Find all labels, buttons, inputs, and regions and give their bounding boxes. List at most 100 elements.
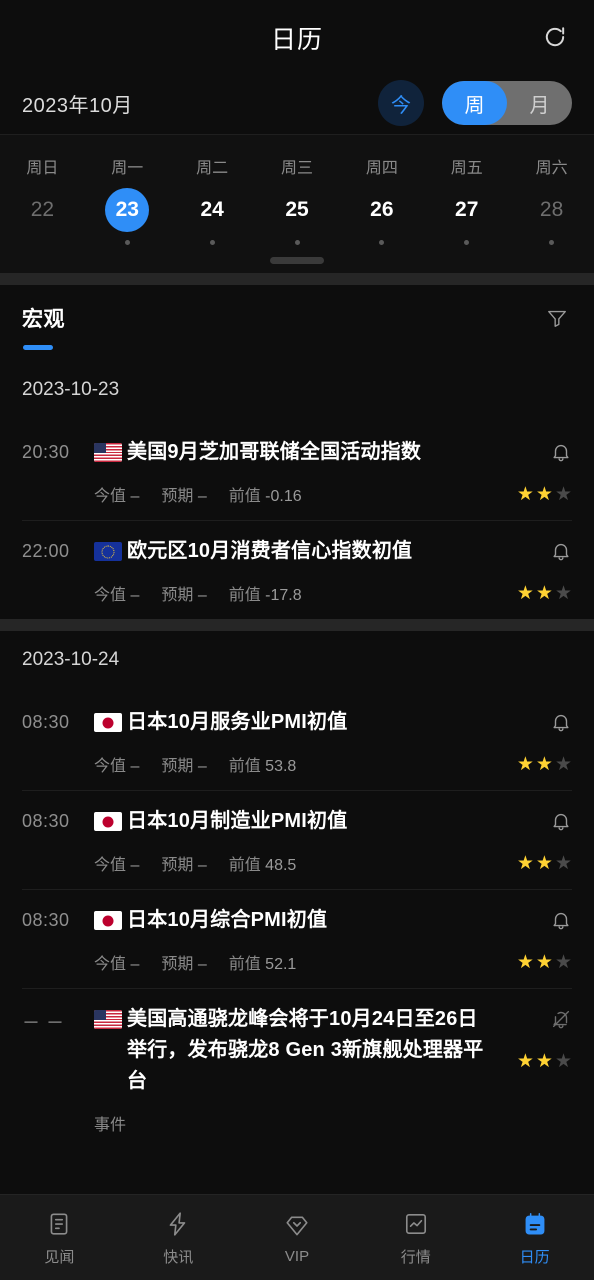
jp-flag-icon xyxy=(94,812,122,831)
weekday-row: 周日 周一 周二 周三 周四 周五 周六 xyxy=(0,147,594,185)
bell-icon[interactable] xyxy=(550,437,572,467)
us-flag-icon xyxy=(94,1010,122,1029)
lightning-icon xyxy=(163,1209,193,1239)
event-forecast: 预期 – xyxy=(161,488,207,505)
star-icon: ★ xyxy=(554,484,572,505)
event-forecast: 预期 – xyxy=(161,587,207,604)
event-title-line: 美国9月芝加哥联储全国活动指数 xyxy=(94,437,494,468)
event-previous-value: 53.8 xyxy=(265,758,297,775)
chart-icon xyxy=(401,1209,431,1239)
event-forecast: 预期 – xyxy=(161,857,207,874)
filter-icon[interactable] xyxy=(542,303,572,333)
event-row[interactable]: － － 美国高通骁龙峰会将于10月24日至26日举行，发布骁龙8 Gen 3新旗舰… xyxy=(0,988,594,1149)
event-time: 08:30 xyxy=(22,712,70,732)
weekday-label: 周日 xyxy=(26,160,59,177)
date-cell[interactable]: 27 xyxy=(424,185,509,247)
month-bar: 2023年10月 今 周 月 xyxy=(0,72,594,134)
event-title: 日本10月综合PMI初值 xyxy=(127,909,328,931)
event-row[interactable]: 08:30 日本10月服务业PMI初值 今值 – 预期 – 前值 53.8 ★ ★ ★ xyxy=(0,691,594,790)
date-number: 25 xyxy=(285,197,309,221)
refresh-icon[interactable] xyxy=(538,20,572,54)
event-row[interactable]: 20:30 美国9月芝加哥联储全国活动指数 今值 – 预期 – 前值 -0.16 ★ ★ ★ xyxy=(0,421,594,520)
event-actions: ★ ★ ★ xyxy=(500,905,572,974)
event-row[interactable]: 22:00 欧元区10月消费者信心指数初值 今值 – 预期 – 前值 -17.8 ★ ★ ★ xyxy=(0,520,594,619)
event-previous-value: -17.8 xyxy=(265,587,302,604)
date-cell[interactable]: 26 xyxy=(339,185,424,247)
date-event-dot xyxy=(379,239,385,245)
nav-item-日历[interactable]: 日历 xyxy=(475,1209,594,1267)
event-row[interactable]: 08:30 日本10月制造业PMI初值 今值 – 预期 – 前值 48.5 ★ ★ ★ xyxy=(0,790,594,889)
importance-stars: ★ ★ ★ xyxy=(517,485,572,504)
star-icon: ★ xyxy=(554,853,572,874)
date-number: 28 xyxy=(539,197,564,221)
document-icon xyxy=(44,1209,74,1239)
nav-item-快讯[interactable]: 快讯 xyxy=(119,1209,238,1267)
view-toggle-month[interactable]: 月 xyxy=(507,81,572,125)
calendar-expand-handle[interactable] xyxy=(0,247,594,273)
event-title: 日本10月服务业PMI初值 xyxy=(127,711,348,733)
tab-macro[interactable]: 宏观 xyxy=(22,303,65,350)
event-list[interactable]: 2023-10-23 20:30 美国9月芝加哥联储全国活动指数 今值 – 预期 – 前值… xyxy=(0,361,594,1194)
star-icon: ★ xyxy=(516,754,534,775)
view-toggle-week[interactable]: 周 xyxy=(442,81,507,125)
event-actual: 今值 – xyxy=(94,488,140,505)
date-cell[interactable]: 28 xyxy=(509,185,594,247)
event-actual: 今值 – xyxy=(94,857,140,874)
star-icon: ★ xyxy=(516,583,534,604)
event-body: 日本10月制造业PMI初值 今值 – 预期 – 前值 48.5 xyxy=(94,806,500,875)
event-title-line: 欧元区10月消费者信心指数初值 xyxy=(94,536,494,567)
weekday-label: 周一 xyxy=(111,160,144,177)
event-body: 美国高通骁龙峰会将于10月24日至26日举行，发布骁龙8 Gen 3新旗舰处理器… xyxy=(94,1004,500,1135)
event-actual: 今值 – xyxy=(94,758,140,775)
nav-item-label: 日历 xyxy=(519,1248,550,1266)
bell-icon[interactable] xyxy=(550,806,572,836)
category-bar: 宏观 xyxy=(0,285,594,361)
nav-item-行情[interactable]: 行情 xyxy=(356,1209,475,1267)
date-cell[interactable]: 25 xyxy=(255,185,340,247)
bell-off-icon[interactable] xyxy=(550,1004,572,1034)
bell-icon[interactable] xyxy=(550,905,572,935)
date-cell[interactable]: 22 xyxy=(0,185,85,247)
date-event-dot xyxy=(124,239,130,245)
tab-macro-label: 宏观 xyxy=(22,308,65,331)
weekday-label: 周五 xyxy=(450,160,483,177)
event-previous: 前值 52.1 xyxy=(228,956,297,973)
event-meta: 今值 – 预期 – 前值 53.8 xyxy=(94,752,494,776)
event-time: 22:00 xyxy=(22,541,70,561)
jp-flag-icon xyxy=(94,911,122,930)
event-title-line: 日本10月制造业PMI初值 xyxy=(94,806,494,837)
bottom-navigation: 见闻 快讯 VIP 行情 日历 xyxy=(0,1194,594,1280)
event-body: 欧元区10月消费者信心指数初值 今值 – 预期 – 前值 -17.8 xyxy=(94,536,500,605)
nav-item-VIP[interactable]: VIP xyxy=(238,1211,357,1265)
event-forecast-value: – xyxy=(197,857,207,874)
star-icon: ★ xyxy=(554,1051,572,1072)
event-title-line: 美国高通骁龙峰会将于10月24日至26日举行，发布骁龙8 Gen 3新旗舰处理器… xyxy=(94,1004,494,1097)
event-meta: 今值 – 预期 – 前值 48.5 xyxy=(94,851,494,875)
event-previous-value: 48.5 xyxy=(265,857,297,874)
date-cell[interactable]: 23 xyxy=(85,185,170,247)
event-row[interactable]: 08:30 日本10月综合PMI初值 今值 – 预期 – 前值 52.1 ★ ★ ★ xyxy=(0,889,594,988)
nav-item-见闻[interactable]: 见闻 xyxy=(0,1209,119,1267)
event-time: 08:30 xyxy=(22,811,70,831)
event-title: 日本10月制造业PMI初值 xyxy=(127,810,348,832)
star-icon: ★ xyxy=(554,754,572,775)
event-actions: ★ ★ ★ xyxy=(500,707,572,776)
event-meta: 事件 xyxy=(94,1111,494,1135)
event-forecast: 预期 – xyxy=(161,758,207,775)
drag-handle-bar xyxy=(270,256,324,264)
event-forecast: 预期 – xyxy=(161,956,207,973)
event-meta: 今值 – 预期 – 前值 -17.8 xyxy=(94,581,494,605)
star-icon: ★ xyxy=(535,583,553,604)
event-actual: 今值 – xyxy=(94,956,140,973)
event-actual-value: – xyxy=(130,587,140,604)
bell-icon[interactable] xyxy=(550,707,572,737)
date-cell[interactable]: 24 xyxy=(170,185,255,247)
event-forecast-value: – xyxy=(197,758,207,775)
today-button[interactable]: 今 xyxy=(378,80,424,126)
star-icon: ★ xyxy=(535,952,553,973)
view-toggle[interactable]: 周 月 xyxy=(442,81,572,125)
bell-icon[interactable] xyxy=(550,536,572,566)
month-controls: 今 周 月 xyxy=(378,80,572,126)
event-title-line: 日本10月综合PMI初值 xyxy=(94,905,494,936)
date-event-dot xyxy=(549,239,555,245)
